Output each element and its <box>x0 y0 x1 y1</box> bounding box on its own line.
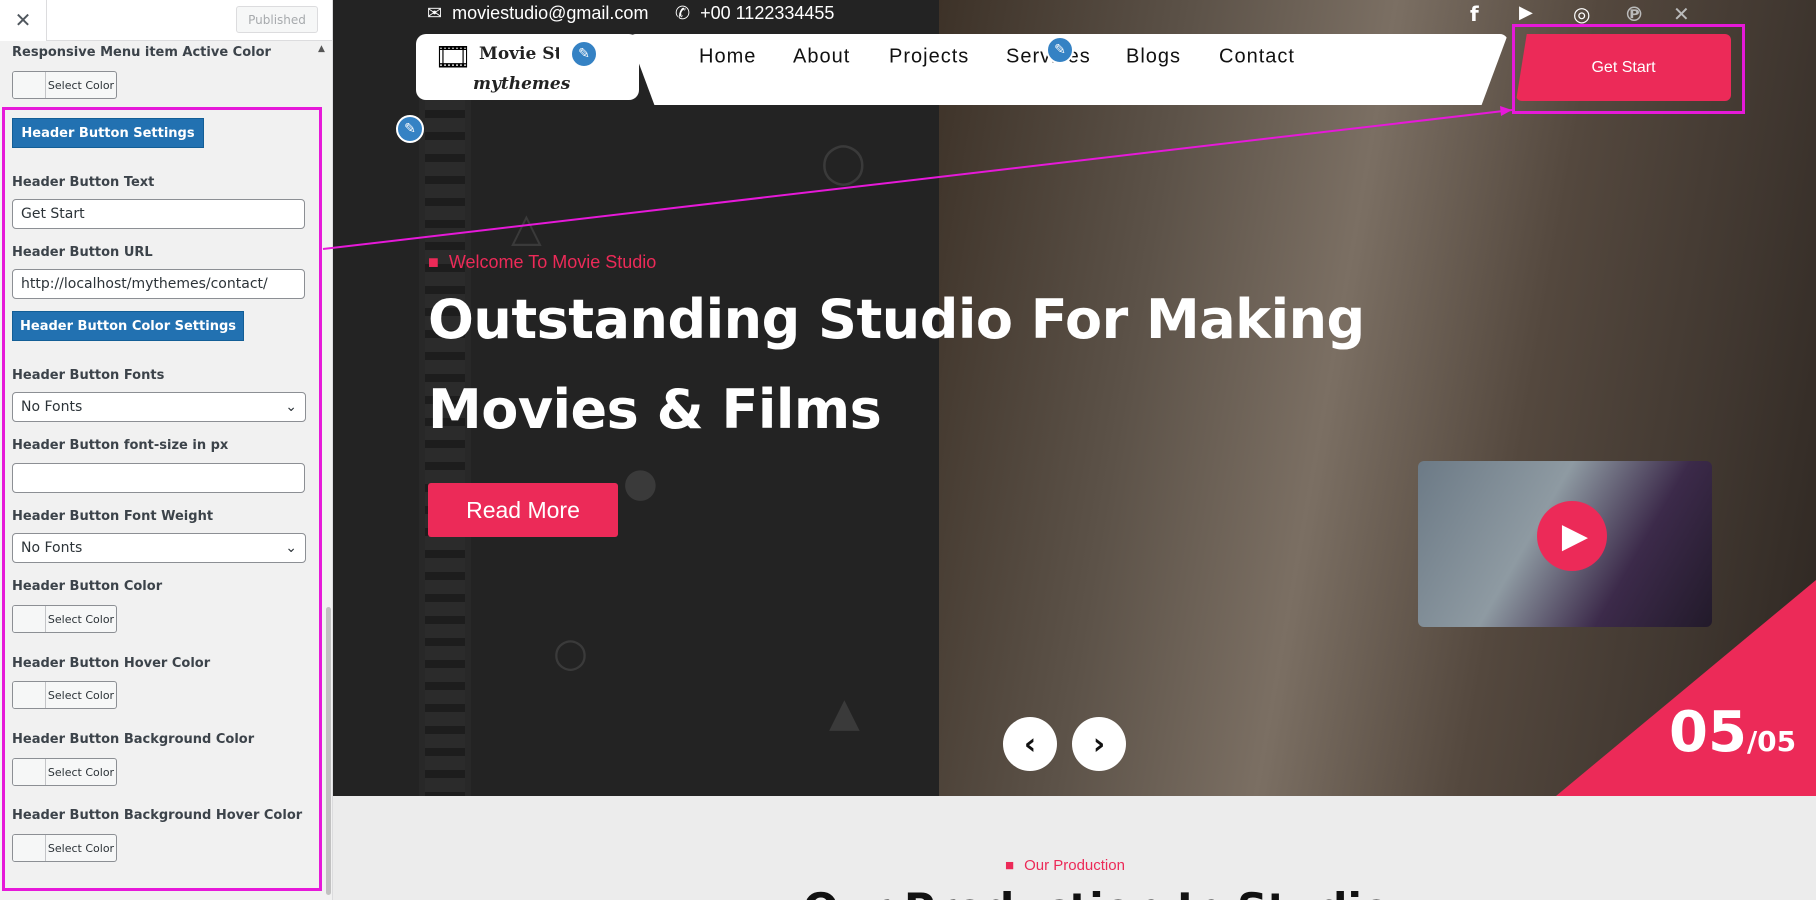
envelope-icon: ✉ <box>427 3 443 23</box>
nav-blogs[interactable]: Blogs <box>1126 46 1181 69</box>
welcome-text: Welcome To Movie Studio <box>448 252 657 272</box>
next-slide-button[interactable]: › <box>1072 717 1126 771</box>
edit-pencil-icon[interactable]: ✎ <box>1046 36 1074 64</box>
circle-decoration: ● <box>623 460 658 506</box>
scroll-up-icon[interactable]: ▲ <box>318 44 325 54</box>
logo-title: Movie Studio <box>479 44 559 64</box>
hero-headline-line-2: Movies & Films <box>428 378 882 441</box>
nav-contact[interactable]: Contact <box>1219 46 1295 69</box>
video-camera-icon: ■ <box>1005 857 1015 874</box>
close-icon: ✕ <box>14 10 32 32</box>
close-button[interactable]: ✕ <box>0 0 47 41</box>
hero-headline-line-1: Outstanding Studio For Making <box>428 288 1365 351</box>
video-camera-icon: ■ <box>428 252 439 272</box>
highlight-box-button <box>1512 24 1745 114</box>
color-swatch <box>13 72 46 98</box>
chevron-right-icon: › <box>1092 726 1106 762</box>
highlight-box-settings <box>2 107 322 891</box>
triangle-decoration: ▲ <box>829 690 860 736</box>
pinterest-icon[interactable]: ℗ <box>1624 2 1644 26</box>
edit-pencil-icon[interactable]: ✎ <box>396 115 424 143</box>
active-color-select-button[interactable]: Select Color <box>12 71 117 99</box>
nav-projects[interactable]: Projects <box>889 46 969 69</box>
film-reel-icon: 🎞 <box>434 40 473 75</box>
production-title: Our Production In Studio <box>803 884 1391 900</box>
facebook-icon[interactable]: f <box>1470 2 1479 26</box>
nav-about[interactable]: About <box>793 46 850 69</box>
panel-scrollbar-thumb[interactable] <box>326 607 331 895</box>
x-icon[interactable]: ✕ <box>1673 2 1690 26</box>
slide-counter: 05 /05 <box>1669 700 1796 765</box>
customizer-header: ✕ Published <box>0 0 332 41</box>
triangle-decoration: △ <box>511 205 542 251</box>
play-icon[interactable]: ▶ <box>1537 501 1607 571</box>
phone-info[interactable]: ✆ +00 1122334455 <box>675 3 834 24</box>
video-thumbnail[interactable]: ▶ <box>1418 461 1712 627</box>
phone-icon: ✆ <box>675 3 691 23</box>
logo-subtitle: mythemes <box>473 74 571 94</box>
email-info[interactable]: ✉ moviestudio@gmail.com <box>427 3 648 24</box>
circle-outline-decoration: ○ <box>553 630 588 676</box>
edit-pencil-icon[interactable]: ✎ <box>570 40 598 68</box>
select-color-text: Select Color <box>47 78 115 92</box>
hero-background-photo <box>939 0 1816 796</box>
instagram-icon[interactable]: ◎ <box>1573 2 1590 26</box>
filmstrip-decoration <box>419 96 471 796</box>
youtube-icon[interactable]: ▶ <box>1519 2 1533 23</box>
slide-total: /05 <box>1746 725 1797 758</box>
ring-decoration: ◯ <box>821 140 866 186</box>
production-label: ■ Our Production <box>1005 857 1125 874</box>
chevron-left-icon: ‹ <box>1023 726 1037 762</box>
published-button[interactable]: Published <box>236 6 318 33</box>
slide-current: 05 <box>1669 700 1747 765</box>
site-logo[interactable]: 🎞 Movie Studio mythemes <box>416 34 639 100</box>
email-text: moviestudio@gmail.com <box>452 3 649 23</box>
active-color-label: Responsive Menu item Active Color <box>12 45 271 60</box>
prev-slide-button[interactable]: ‹ <box>1003 717 1057 771</box>
read-more-button[interactable]: Read More <box>428 483 618 537</box>
phone-text: +00 1122334455 <box>700 3 835 23</box>
production-label-text: Our Production <box>1024 857 1125 874</box>
nav-home[interactable]: Home <box>699 46 756 69</box>
site-preview: △ ● ○ ▲ ◯ ✉ moviestudio@gmail.com ✆ +00 … <box>333 0 1816 900</box>
welcome-tagline: ■ Welcome To Movie Studio <box>428 252 656 273</box>
